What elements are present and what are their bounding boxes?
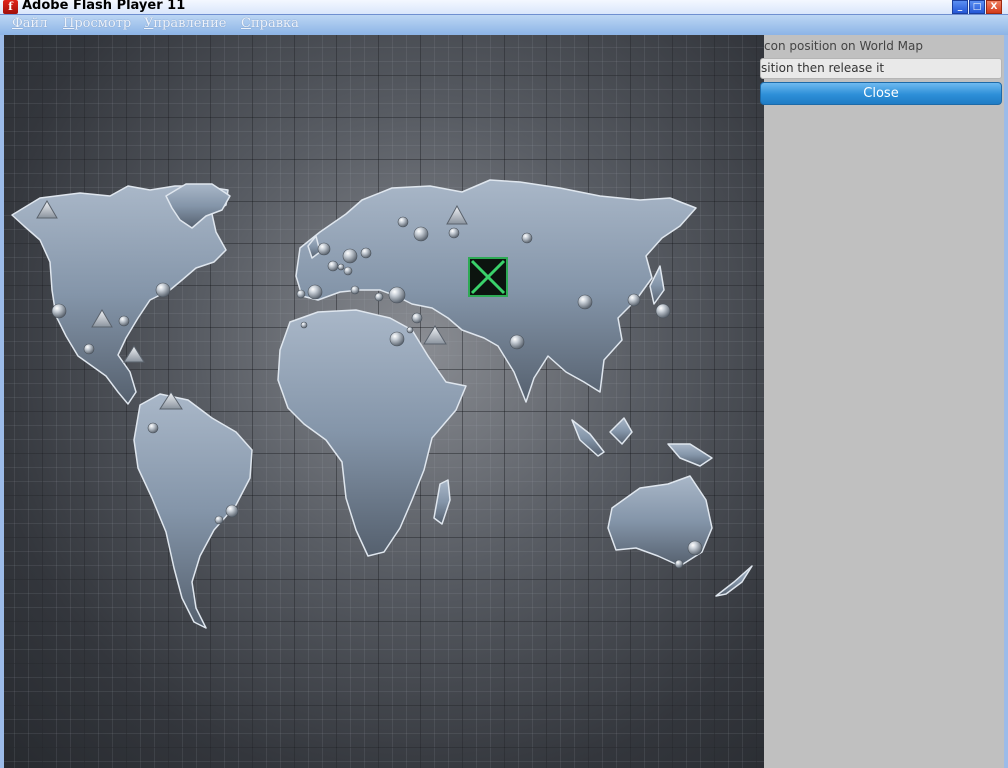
menu-help[interactable]: Справка — [241, 16, 299, 31]
hint-field: sition then release it — [760, 58, 1002, 79]
sphere-marker — [83, 343, 95, 355]
sphere-marker — [374, 292, 384, 302]
island-sumatra — [571, 419, 605, 457]
sphere-marker — [687, 540, 703, 556]
sphere-marker — [627, 293, 641, 307]
sphere-marker — [411, 312, 423, 324]
sphere-marker — [155, 282, 171, 298]
sphere-marker — [296, 289, 306, 299]
sphere-marker — [360, 247, 372, 259]
sphere-marker — [655, 303, 671, 319]
sphere-marker — [406, 326, 414, 334]
sphere-marker — [521, 232, 533, 244]
sphere-marker — [577, 294, 593, 310]
window-title: Adobe Flash Player 11 — [22, 0, 186, 13]
menu-file[interactable]: Файл — [12, 16, 47, 31]
sphere-marker — [448, 227, 460, 239]
triangle-marker — [123, 345, 145, 363]
island-new-zealand — [715, 565, 753, 597]
menu-bar: Файл Просмотр Управление Справка — [0, 15, 1008, 35]
sphere-marker — [118, 315, 130, 327]
maximize-button[interactable]: □ — [969, 0, 985, 14]
sphere-marker — [397, 216, 409, 228]
minimize-button[interactable]: _ — [952, 0, 968, 14]
flash-logo-icon[interactable]: f — [3, 0, 18, 14]
sphere-marker — [317, 242, 331, 256]
sphere-marker — [307, 284, 323, 300]
island-madagascar — [433, 479, 451, 525]
menu-control[interactable]: Управление — [144, 16, 226, 31]
sphere-marker — [350, 285, 360, 295]
sphere-marker — [342, 248, 358, 264]
menu-view[interactable]: Просмотр — [63, 16, 131, 31]
sphere-marker — [389, 331, 405, 347]
sphere-marker — [147, 422, 159, 434]
island-borneo — [609, 417, 633, 445]
sphere-marker — [225, 504, 239, 518]
continents — [11, 179, 753, 629]
sphere-marker — [327, 260, 339, 272]
sphere-marker — [337, 263, 345, 271]
close-window-button[interactable]: X — [986, 0, 1002, 14]
sphere-marker — [214, 515, 224, 525]
sphere-marker — [51, 303, 67, 319]
world-map[interactable] — [4, 35, 764, 768]
island-new-guinea — [667, 443, 713, 467]
island-japan — [649, 265, 665, 305]
sphere-marker — [509, 334, 525, 350]
instruction-text: con position on World Map — [764, 39, 923, 53]
sphere-marker — [343, 266, 353, 276]
sphere-marker — [413, 226, 429, 242]
sphere-marker — [388, 286, 406, 304]
sphere-marker — [674, 559, 684, 569]
close-button[interactable]: Close — [760, 82, 1002, 105]
window-frame-right — [1004, 35, 1008, 768]
map-stage[interactable] — [4, 35, 764, 768]
x-marker-icon — [468, 257, 508, 297]
triangle-marker — [423, 325, 447, 345]
title-bar: f Adobe Flash Player 11 _ □ X — [0, 0, 1008, 15]
sphere-marker — [300, 321, 308, 329]
side-panel: con position on World Map sition then re… — [760, 35, 1004, 768]
